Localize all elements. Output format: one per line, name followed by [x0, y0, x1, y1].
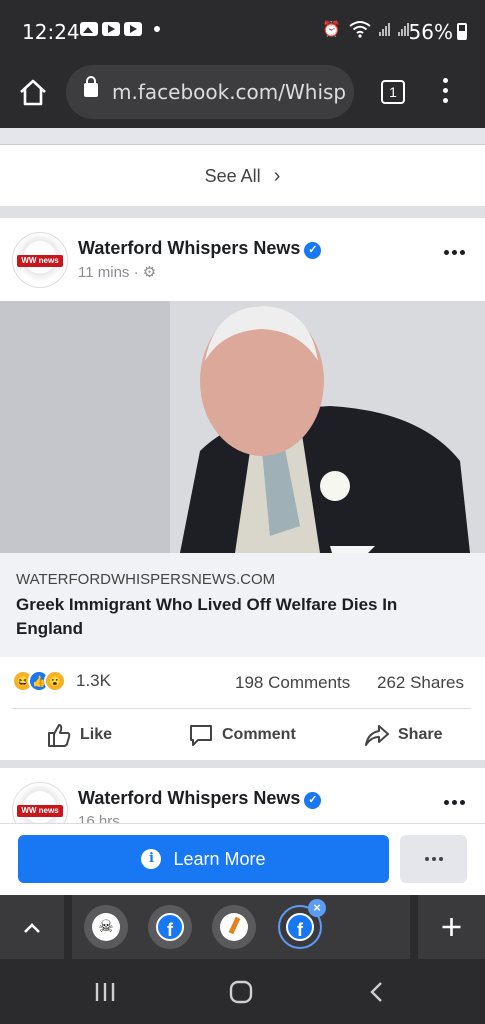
page-logo-text: WW news	[17, 255, 63, 267]
feed-post: WW news Waterford Whispers News ✓ 11 mins…	[0, 218, 485, 760]
page-avatar[interactable]: WW news	[12, 782, 68, 823]
call-to-action-bar: i Learn More	[0, 823, 485, 895]
see-all-link[interactable]: See All ›	[0, 165, 485, 188]
chevron-right-icon: ›	[273, 165, 281, 187]
open-tabs-list: ☠ f f ×	[72, 895, 410, 959]
collapse-tabs-button[interactable]	[0, 895, 64, 959]
more-notifications-dot-icon	[154, 26, 160, 32]
comment-icon	[190, 725, 212, 746]
back-nav-icon[interactable]	[364, 979, 390, 1005]
post-options-icon[interactable]	[444, 800, 465, 805]
action-separator	[12, 708, 471, 709]
browser-menu-icon[interactable]	[443, 78, 449, 108]
youtube-notification-icon	[102, 22, 120, 36]
address-bar[interactable]: m.facebook.com/Whispe	[66, 65, 354, 119]
reaction-count: 1.3K	[76, 671, 111, 690]
brush-icon	[220, 913, 248, 941]
share-arrow-icon	[365, 725, 389, 746]
globe-gear-icon: ⚙	[142, 264, 157, 281]
signal-icon	[379, 22, 390, 36]
page-name-text: Waterford Whispers News	[78, 788, 301, 808]
page-name-text: Waterford Whispers News	[78, 238, 301, 258]
feed-divider	[0, 760, 485, 768]
status-bar: 12:24 ⏰ 56%	[0, 0, 485, 62]
post-options-icon[interactable]	[444, 250, 465, 255]
post-page-name[interactable]: Waterford Whispers News ✓	[78, 238, 322, 259]
close-tab-icon[interactable]: ×	[308, 899, 326, 917]
chevron-up-icon	[24, 923, 40, 933]
status-time: 12:24	[22, 20, 80, 44]
verified-badge-icon: ✓	[304, 242, 322, 259]
facebook-icon: f	[156, 913, 184, 941]
reaction-summary[interactable]: 😆 👍 😮 1.3K	[12, 670, 111, 692]
learn-more-button[interactable]: i Learn More	[18, 835, 389, 883]
skull-icon: ☠	[92, 913, 120, 941]
new-tab-button[interactable]	[418, 895, 485, 959]
wow-reaction-icon: 😮	[44, 670, 66, 692]
youtube-notification-icon	[124, 22, 142, 36]
post-image[interactable]	[0, 301, 485, 553]
battery-percent: 56%	[408, 20, 453, 44]
more-options-button[interactable]	[400, 835, 467, 883]
shares-count[interactable]: 262 Shares	[377, 673, 464, 693]
learn-more-label: Learn More	[173, 848, 266, 869]
info-icon: i	[141, 849, 162, 869]
signal-icon	[398, 22, 409, 36]
post-timestamp[interactable]: 16 hrs	[78, 813, 120, 823]
browser-toolbar: m.facebook.com/Whispe 1	[0, 62, 485, 128]
tab-thumbnail[interactable]: f	[148, 905, 192, 949]
portrait-illustration	[0, 301, 485, 553]
gallery-notification-icon	[80, 22, 98, 36]
tab-thumbnail[interactable]	[212, 905, 256, 949]
like-button[interactable]: Like	[46, 722, 112, 748]
notification-icons	[80, 22, 160, 36]
link-title: Greek Immigrant Who Lived Off Welfare Di…	[16, 595, 398, 638]
system-navigation-bar	[0, 959, 485, 1024]
tab-switcher-button[interactable]: 1	[381, 80, 405, 104]
home-icon[interactable]	[18, 78, 48, 108]
see-all-card: See All ›	[0, 144, 485, 206]
tab-thumbnail[interactable]: ☠	[84, 905, 128, 949]
like-label: Like	[80, 726, 113, 743]
tab-strip: ☠ f f ×	[0, 895, 485, 959]
page-avatar[interactable]: WW news	[12, 232, 68, 288]
comments-count[interactable]: 198 Comments	[235, 673, 350, 693]
home-nav-icon[interactable]	[228, 979, 254, 1005]
feed-post: WW news Waterford Whispers News ✓ 16 hrs	[0, 768, 485, 823]
see-all-label: See All	[204, 166, 261, 186]
verified-badge-icon: ✓	[304, 792, 322, 809]
post-time-text: 11 mins	[78, 264, 130, 281]
share-button[interactable]: Share	[364, 722, 442, 748]
comment-button[interactable]: Comment	[188, 722, 296, 748]
active-tab-thumbnail[interactable]: f ×	[278, 899, 326, 949]
thumbs-up-icon	[48, 724, 71, 747]
page-logo-text: WW news	[17, 805, 63, 817]
status-right-icons: ⏰	[322, 20, 409, 38]
post-page-name[interactable]: Waterford Whispers News ✓	[78, 788, 322, 809]
feed-divider	[0, 206, 485, 218]
battery-icon	[457, 23, 467, 40]
lock-icon	[84, 76, 98, 97]
alarm-icon: ⏰	[322, 20, 341, 38]
share-label: Share	[398, 726, 443, 743]
link-domain: WATERFORDWHISPERSNEWS.COM	[16, 571, 276, 588]
comment-label: Comment	[222, 726, 296, 743]
wifi-icon	[349, 21, 371, 38]
recent-apps-icon[interactable]	[92, 979, 118, 1005]
post-timestamp[interactable]: 11 mins · ⚙	[78, 263, 156, 281]
link-preview[interactable]: WATERFORDWHISPERSNEWS.COM Greek Immigran…	[0, 553, 485, 657]
facebook-icon: f	[286, 913, 314, 941]
url-text[interactable]: m.facebook.com/Whispe	[112, 80, 347, 104]
plus-icon	[442, 918, 461, 936]
